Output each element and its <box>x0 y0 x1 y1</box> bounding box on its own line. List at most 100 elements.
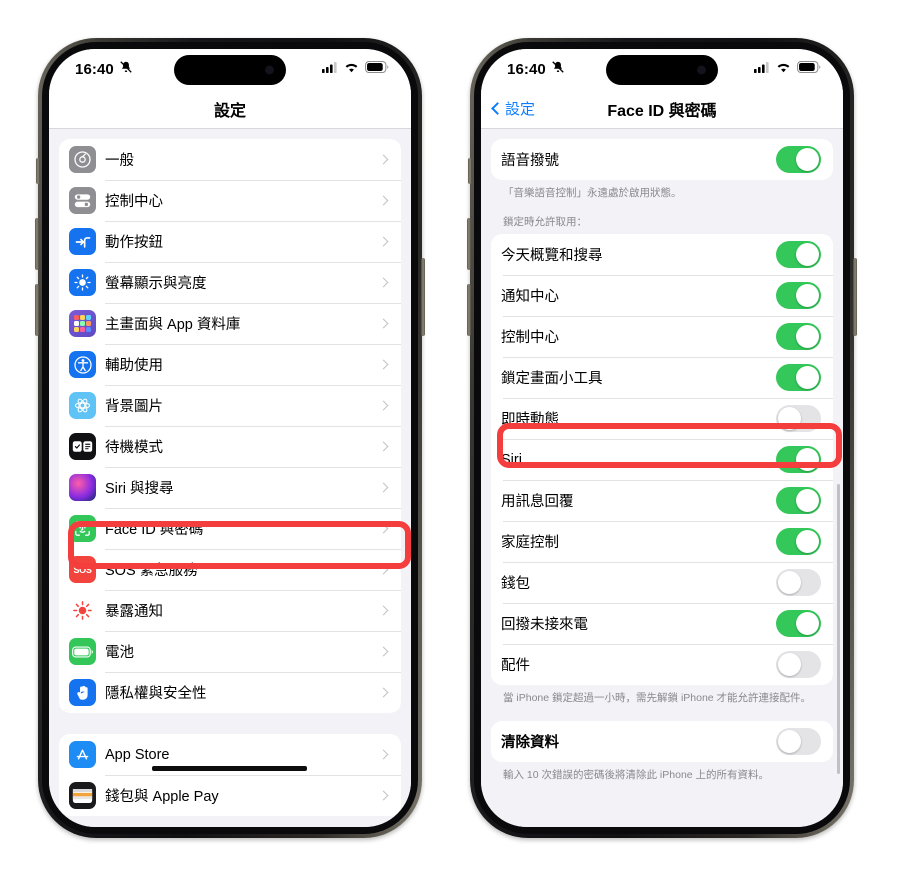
cellular-bars-icon <box>322 60 338 78</box>
toggle-wallet[interactable] <box>776 569 821 597</box>
sos-icon: SOS <box>69 556 96 583</box>
row-return-missed-calls[interactable]: 回撥未接來電 <box>491 603 833 644</box>
settings-row-exposure-notifications[interactable]: 暴露通知 <box>59 590 401 631</box>
settings-row-standby[interactable]: 待機模式 <box>59 426 401 467</box>
power-button[interactable] <box>853 258 857 336</box>
power-button[interactable] <box>421 258 425 336</box>
row-label: 通知中心 <box>501 289 559 306</box>
settings-row-privacy-security[interactable]: 隱私權與安全性 <box>59 672 401 713</box>
settings-row-home-screen[interactable]: 主畫面與 App 資料庫 <box>59 303 401 344</box>
status-time: 16:40 <box>75 60 114 78</box>
back-button[interactable]: 設定 <box>491 98 535 119</box>
nav-bar-right: 設定 Face ID 與密碼 <box>481 89 843 129</box>
toggle-accessories[interactable] <box>776 651 821 679</box>
toggle-control-center[interactable] <box>776 323 821 351</box>
page-title: 設定 <box>213 102 246 120</box>
settings-row-wallet-apple-pay[interactable]: 錢包與 Apple Pay <box>59 775 401 816</box>
chevron-right-icon <box>378 154 389 165</box>
row-lock-screen-widgets[interactable]: 鎖定畫面小工具 <box>491 357 833 398</box>
wifi-icon <box>776 60 791 78</box>
volume-down-button[interactable] <box>35 284 39 336</box>
volume-up-button[interactable] <box>467 218 471 270</box>
app-store-icon <box>69 741 96 768</box>
row-control-center[interactable]: 控制中心 <box>491 316 833 357</box>
page-title: Face ID 與密碼 <box>607 102 717 120</box>
settings-row-label: 一般 <box>105 153 134 169</box>
home-screen-icon <box>69 310 96 337</box>
silence-switch[interactable] <box>468 158 472 184</box>
settings-row-general[interactable]: 一般 <box>59 139 401 180</box>
settings-group-main: 一般 控制中心 動作按鈕 螢幕顯示與亮度 主畫面與 App 資料庫 輔助使用 背… <box>59 139 401 713</box>
toggle-home-control[interactable] <box>776 528 821 556</box>
chevron-right-icon <box>378 359 389 370</box>
row-erase-data[interactable]: 清除資料 <box>491 721 833 762</box>
chevron-right-icon <box>378 482 389 493</box>
row-notification-center[interactable]: 通知中心 <box>491 275 833 316</box>
phone-screen-left: 16:40 設定 一般 控制中心 動作按鈕 螢幕顯示與亮度 主畫面與 App 資… <box>49 49 411 827</box>
settings-row-siri[interactable]: Siri 與搜尋 <box>59 467 401 508</box>
toggle-live-activities[interactable] <box>776 405 821 433</box>
settings-row-control-center[interactable]: 控制中心 <box>59 180 401 221</box>
settings-list[interactable]: 一般 控制中心 動作按鈕 螢幕顯示與亮度 主畫面與 App 資料庫 輔助使用 背… <box>49 129 411 827</box>
row-home-control[interactable]: 家庭控制 <box>491 521 833 562</box>
settings-row-display-brightness[interactable]: 螢幕顯示與亮度 <box>59 262 401 303</box>
row-siri[interactable]: Siri <box>491 439 833 480</box>
row-accessories[interactable]: 配件 <box>491 644 833 685</box>
status-right <box>754 60 821 78</box>
row-label: 控制中心 <box>501 330 559 347</box>
status-time: 16:40 <box>507 60 546 78</box>
row-label: 鎖定畫面小工具 <box>501 371 603 388</box>
toggle-lock-screen-widgets[interactable] <box>776 364 821 392</box>
settings-row-action-button[interactable]: 動作按鈕 <box>59 221 401 262</box>
phone-left: 16:40 設定 一般 控制中心 動作按鈕 螢幕顯示與亮度 主畫面與 App 資… <box>35 38 425 838</box>
row-label: 語音撥號 <box>501 153 559 169</box>
chevron-right-icon <box>378 523 389 534</box>
siri-icon <box>69 474 96 501</box>
row-label: Siri <box>501 451 522 468</box>
row-label: 家庭控制 <box>501 535 559 552</box>
erase-data-group: 清除資料 <box>491 721 833 763</box>
row-label: 即時動態 <box>501 412 559 429</box>
erase-footnote: 輸入 10 次錯誤的密碼後將清除此 iPhone 上的所有資料。 <box>503 769 770 782</box>
allow-access-header: 鎖定時允許取用： <box>503 216 587 229</box>
cellular-bars-icon <box>754 60 770 78</box>
settings-row-label: 主畫面與 App 資料庫 <box>105 317 241 333</box>
settings-row-label: App Store <box>105 746 170 763</box>
settings-row-face-id[interactable]: Face ID 與密碼 <box>59 508 401 549</box>
toggle-siri[interactable] <box>776 446 821 474</box>
toggle-erase-data[interactable] <box>776 728 821 756</box>
standby-icon <box>69 433 96 460</box>
toggle-return-missed-calls[interactable] <box>776 610 821 638</box>
row-reply-with-message[interactable]: 用訊息回覆 <box>491 480 833 521</box>
scroll-indicator[interactable] <box>837 484 840 774</box>
battery-settings-icon <box>69 638 96 665</box>
row-wallet[interactable]: 錢包 <box>491 562 833 603</box>
bell-slash-icon <box>551 60 565 79</box>
wallet-icon <box>69 782 96 809</box>
settings-row-battery[interactable]: 電池 <box>59 631 401 672</box>
toggle-today-view-search[interactable] <box>776 241 821 269</box>
toggle-voice-dial[interactable] <box>776 146 821 173</box>
phone-right: 16:40 設定 Face ID 與密碼 語音撥號 「音樂語音控制」永遠處於啟用… <box>467 38 857 838</box>
settings-row-wallpaper[interactable]: 背景圖片 <box>59 385 401 426</box>
row-live-activities[interactable]: 即時動態 <box>491 398 833 439</box>
toggle-notification-center[interactable] <box>776 282 821 310</box>
row-today-view-search[interactable]: 今天概覽和搜尋 <box>491 234 833 275</box>
status-right <box>322 60 389 78</box>
settings-row-accessibility[interactable]: 輔助使用 <box>59 344 401 385</box>
face-id-icon <box>69 515 96 542</box>
volume-down-button[interactable] <box>467 284 471 336</box>
chevron-right-icon <box>378 318 389 329</box>
chevron-right-icon <box>378 749 389 760</box>
face-id-settings-list[interactable]: 語音撥號 「音樂語音控制」永遠處於啟用狀態。 鎖定時允許取用： 今天概覽和搜尋 … <box>481 129 843 827</box>
status-bar: 16:40 <box>481 49 843 89</box>
row-voice-dial[interactable]: 語音撥號 <box>491 139 833 180</box>
volume-up-button[interactable] <box>35 218 39 270</box>
chevron-right-icon <box>378 441 389 452</box>
toggle-reply-with-message[interactable] <box>776 487 821 515</box>
battery-icon <box>365 60 389 78</box>
settings-row-emergency-sos[interactable]: SOS SOS 緊急服務 <box>59 549 401 590</box>
settings-row-label: 錢包與 Apple Pay <box>105 789 219 805</box>
chevron-right-icon <box>378 277 389 288</box>
silence-switch[interactable] <box>36 158 40 184</box>
